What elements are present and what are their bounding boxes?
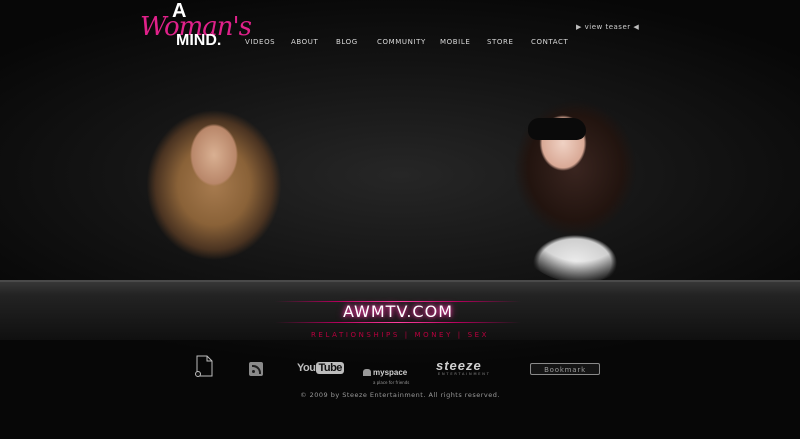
tagline: RELATIONSHIPS | MONEY | SEX [310,331,490,339]
youtube-tube: Tube [316,362,344,374]
myspace-people-icon [363,369,371,376]
steeze-logo-icon[interactable]: steeze ENTERTAINMENT [436,359,491,376]
myspace-label: myspace [373,368,408,377]
youtube-icon[interactable]: You Tube [297,362,344,374]
nav-mobile[interactable]: MOBILE [440,38,470,46]
nav-blog[interactable]: BLOG [336,38,358,46]
logo-mind: MIND. [176,32,222,49]
myspace-sub: a place for friends [373,380,410,385]
nav-community[interactable]: COMMUNITY [377,38,426,46]
site-logo[interactable]: A Woman's MIND. [138,0,252,50]
triangle-left-icon: ◀ [633,23,640,31]
view-teaser-label: view teaser [584,23,631,31]
steeze-label: steeze [436,358,482,373]
site-title[interactable]: AWMTV.COM [280,302,516,321]
copyright-text: © 2009 by Steeze Entertainment. All righ… [300,391,500,399]
rss-icon[interactable] [249,362,263,376]
nav-store[interactable]: STORE [487,38,514,46]
bookmark-button[interactable]: Bookmark [530,363,600,375]
nav-contact[interactable]: CONTACT [531,38,568,46]
title-line-bottom [275,322,521,323]
youtube-you: You [297,362,316,374]
view-teaser-link[interactable]: ▶ view teaser ◀ [576,23,639,31]
document-icon[interactable] [195,355,213,377]
play-triangle-icon: ▶ [576,23,582,31]
woman-blonde-photo[interactable] [122,85,307,285]
nav-videos[interactable]: VIDEOS [245,38,275,46]
woman-sunglasses-photo[interactable] [495,88,665,283]
myspace-icon[interactable]: myspace a place for friends [363,362,409,385]
band-divider [0,280,800,282]
nav-about[interactable]: ABOUT [291,38,318,46]
sunglasses-shape [528,118,586,140]
steeze-sub: ENTERTAINMENT [438,372,491,376]
